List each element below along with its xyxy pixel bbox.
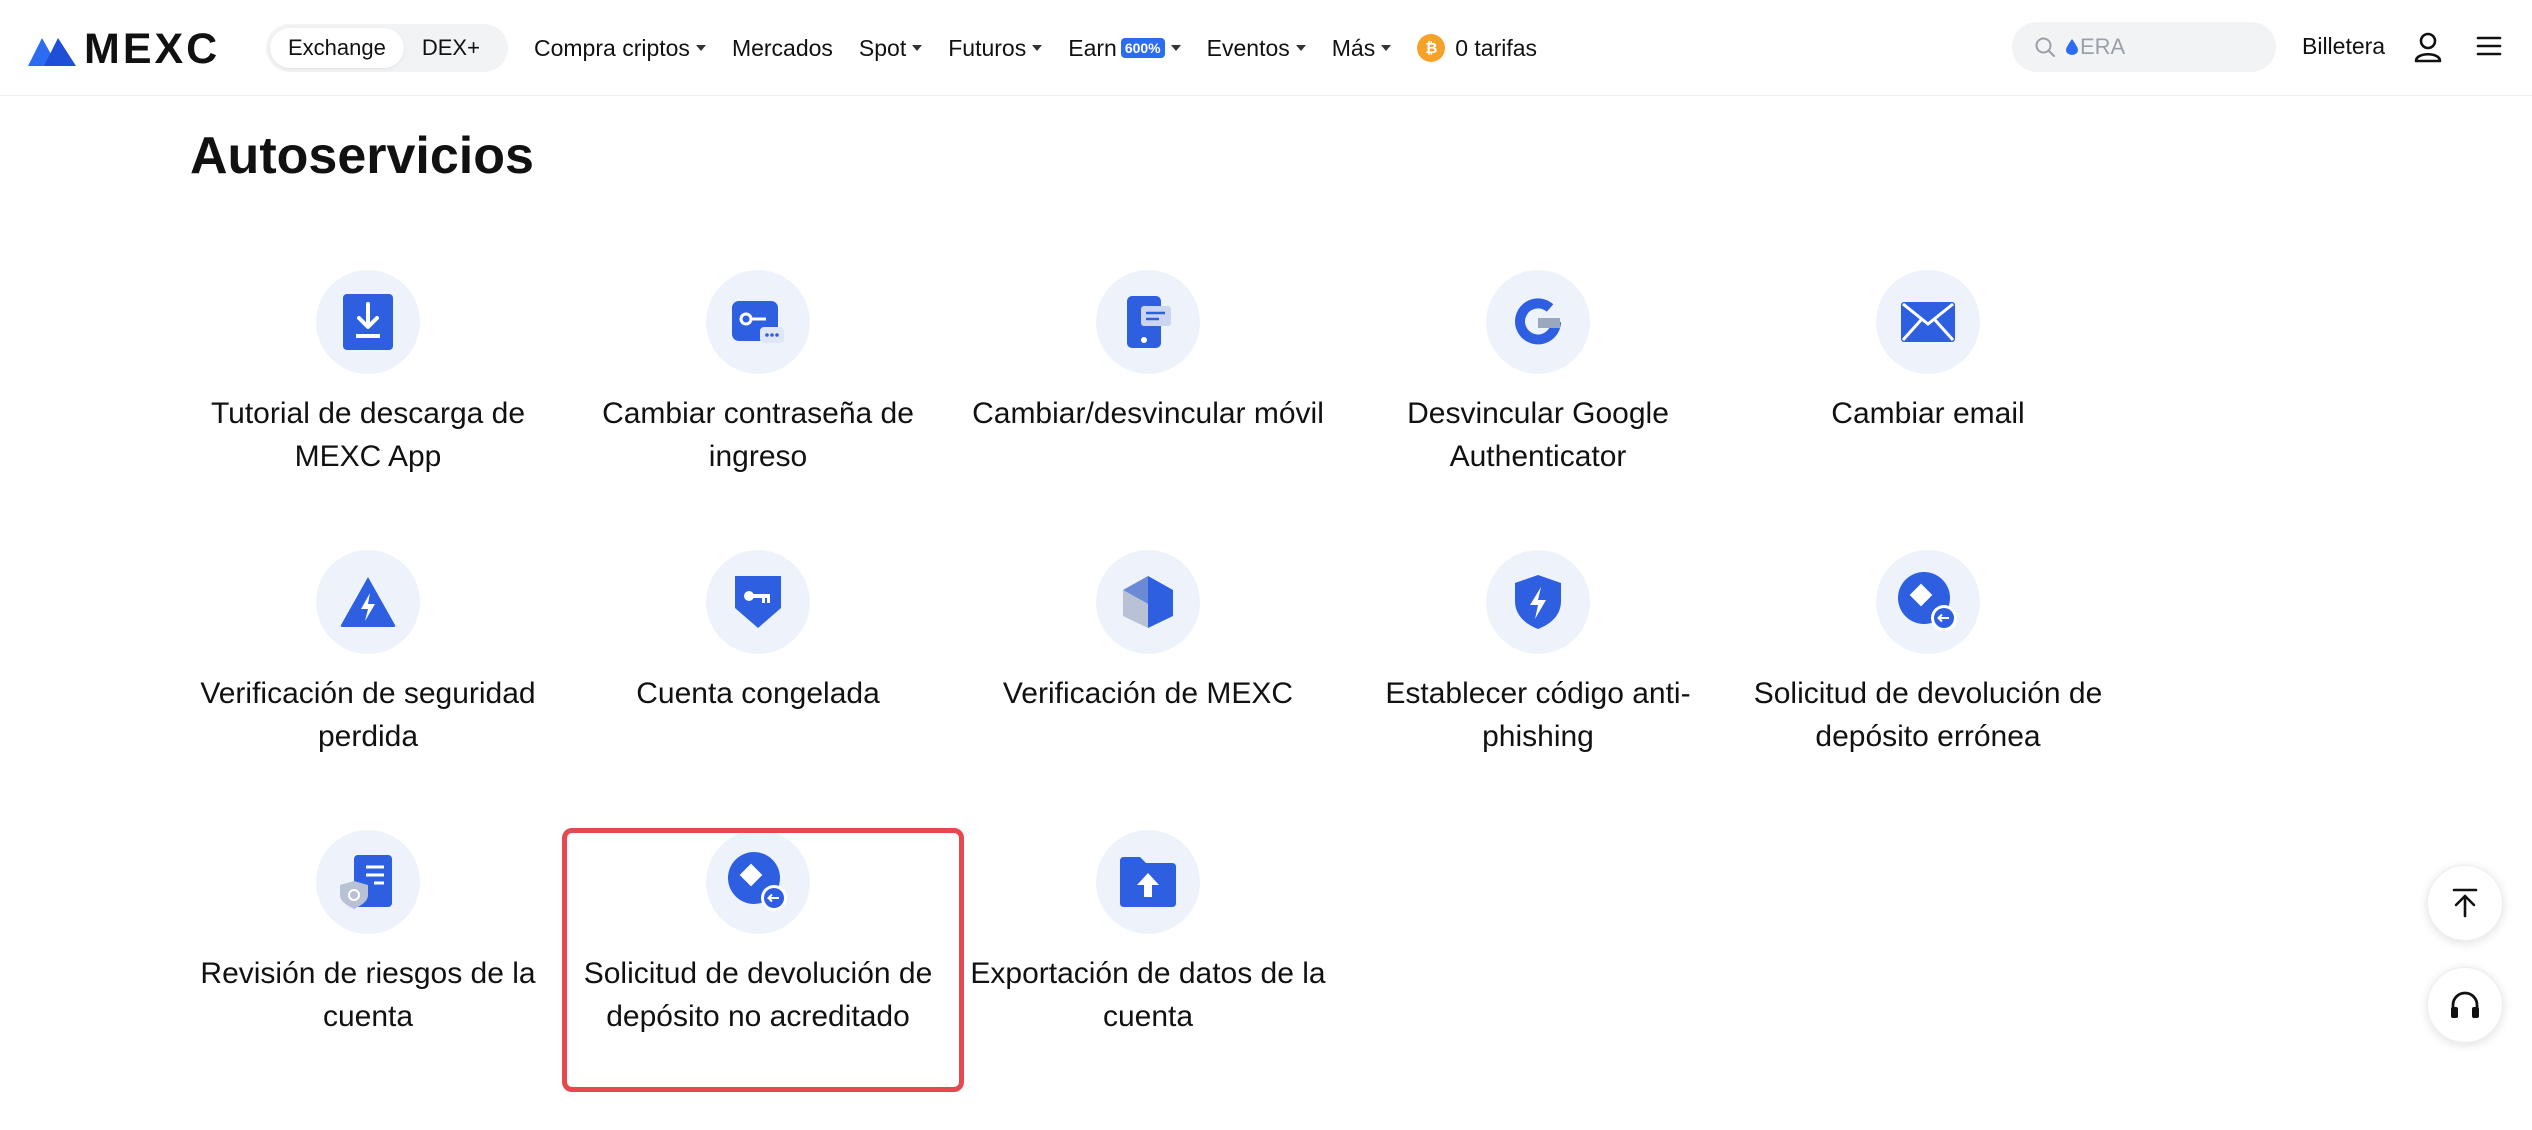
caret-down-icon [695,45,706,51]
customer-support-button[interactable] [2427,967,2503,1043]
shield-lightning-icon [1486,550,1590,654]
nav-earn-label: Earn [1068,34,1117,61]
caret-down-icon [1032,45,1043,51]
service-card-label: Solicitud de devolución de depósito erró… [1753,677,2103,753]
nav-futures[interactable]: Futuros [948,34,1043,62]
nav-events[interactable]: Eventos [1207,35,1306,62]
service-card-label: Tutorial de descarga de MEXC App [210,397,526,473]
user-icon[interactable] [2413,31,2443,68]
service-card-label: Cambiar contraseña de ingreso [602,397,914,473]
service-card-unbind-google-auth[interactable]: Desvincular Google Authenticator [1348,270,1728,530]
password-key-icon [706,270,810,374]
era-token-icon [2066,39,2078,55]
nav-buy-crypto[interactable]: Compra criptos [534,35,706,62]
search-icon [2035,37,2055,57]
service-card-label: Cambiar/desvincular móvil [972,397,1324,430]
nav-futures-label: Futuros [948,34,1027,61]
cube-icon [1096,550,1200,654]
service-card-mexc-verification[interactable]: Verificación de MEXC [958,550,1338,810]
nav-events-label: Eventos [1206,34,1290,61]
search-box[interactable] [2012,22,2276,72]
service-card-label: Establecer código anti-phishing [1385,677,1691,753]
hamburger-menu-icon[interactable] [2476,34,2502,63]
refund-diamond-icon [706,830,810,934]
nav-earn[interactable]: Earn 600% [1068,34,1181,62]
email-icon [1876,270,1980,374]
service-card-label: Cuenta congelada [636,677,880,710]
service-card-label: Verificación de MEXC [1002,677,1294,710]
mode-switch: Exchange DEX+ [266,24,508,72]
nav-zero-fees[interactable]: ₿ 0 tarifas [1417,34,1537,62]
google-icon [1486,270,1590,374]
wallet-link[interactable]: Billetera [2302,33,2385,60]
back-to-top-button[interactable] [2427,865,2503,941]
service-card-download-tutorial[interactable]: Tutorial de descarga de MEXC App [178,270,558,530]
nav-markets[interactable]: Mercados [732,35,833,62]
nav-markets-label: Mercados [731,34,833,61]
caret-down-icon [1170,45,1181,51]
caret-down-icon [1381,45,1392,51]
service-card-label: Solicitud de devolución de depósito no a… [583,957,933,1033]
service-card-label: Verificación de seguridad perdida [200,677,536,753]
main-nav: Compra criptos Mercados Spot Futuros Ear… [534,0,1563,96]
tab-exchange[interactable]: Exchange [270,28,404,68]
folder-upload-icon [1096,830,1200,934]
service-card-wrong-deposit-refund[interactable]: Solicitud de devolución de depósito erró… [1738,550,2118,810]
service-card-uncredited-deposit-refund[interactable]: Solicitud de devolución de depósito no a… [562,828,964,1092]
caret-down-icon [912,45,923,51]
service-card-frozen-account[interactable]: Cuenta congelada [568,550,948,810]
service-card-export-account-data[interactable]: Exportación de datos de la cuenta [958,830,1338,1090]
mexc-logo-icon [28,37,76,66]
nav-spot[interactable]: Spot [858,34,923,62]
frozen-key-shield-icon [706,550,810,654]
page-title: Autoservicios [190,127,534,185]
search-input[interactable] [2080,34,2260,60]
service-card-change-email[interactable]: Cambiar email [1738,270,2118,530]
service-card-label: Cambiar email [1831,397,2025,430]
mexc-logo[interactable]: MEXC [26,28,220,71]
caret-down-icon [1295,45,1306,51]
bitcoin-coin-icon: ₿ [1417,34,1446,62]
refund-diamond-icon [1876,550,1980,654]
risk-document-icon [316,830,420,934]
service-card-risk-review[interactable]: Revisión de riesgos de la cuenta [178,830,558,1090]
nav-more[interactable]: Más [1331,34,1392,62]
mobile-icon [1096,270,1200,374]
headset-icon [2451,991,2479,1018]
zero-fees-label: 0 tarifas [1455,34,1538,61]
lightning-triangle-icon [316,550,420,654]
nav-buy-crypto-label: Compra criptos [534,34,690,61]
service-card-label: Revisión de riesgos de la cuenta [200,957,536,1033]
download-icon [316,270,420,374]
tab-dex-plus[interactable]: DEX+ [404,28,498,68]
service-card-change-mobile[interactable]: Cambiar/desvincular móvil [958,270,1338,530]
earn-apy-badge: 600% [1120,38,1165,58]
nav-spot-label: Spot [858,34,907,61]
top-navbar: MEXC Exchange DEX+ Compra criptos Mercad… [0,0,2532,96]
service-card-label: Desvincular Google Authenticator [1407,397,1669,473]
service-card-anti-phishing[interactable]: Establecer código anti-phishing [1348,550,1728,810]
service-card-lost-security-verification[interactable]: Verificación de seguridad perdida [178,550,558,810]
logo-text: MEXC [84,25,221,73]
nav-more-label: Más [1331,34,1376,61]
service-card-change-password[interactable]: Cambiar contraseña de ingreso [568,270,948,530]
arrow-up-to-top-icon [2452,888,2478,918]
service-card-label: Exportación de datos de la cuenta [970,957,1326,1033]
